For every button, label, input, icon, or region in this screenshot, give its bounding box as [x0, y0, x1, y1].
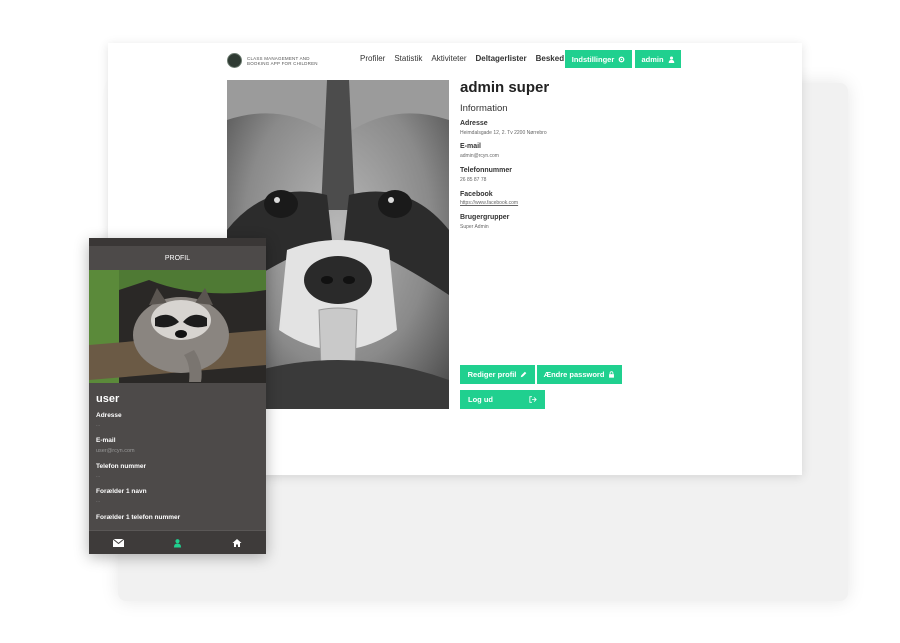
- mobile-phone-label: Telefon nummer: [96, 463, 147, 470]
- phone-label: Telefonnummer: [460, 167, 512, 174]
- sign-out-icon: [529, 396, 537, 403]
- email-label: E-mail: [460, 143, 482, 150]
- settings-label: Indstillinger: [571, 54, 615, 64]
- mobile-tab-bar: [89, 530, 266, 554]
- status-bar: [89, 238, 266, 246]
- mobile-profile-name: user: [96, 393, 120, 405]
- mobile-app-screen: PROFIL user Adresse ... E-mail user@rcyn…: [89, 238, 266, 554]
- logout-button[interactable]: Log ud: [460, 390, 545, 409]
- edit-profile-button[interactable]: Rediger profil: [460, 365, 535, 384]
- information-heading: Information: [460, 103, 508, 114]
- address-value: Heimdalsgade 12, 2. Tv 2200 Nørrebro: [460, 130, 547, 136]
- edit-profile-label: Rediger profil: [467, 370, 517, 379]
- email-value: admin@rcyn.com: [460, 153, 499, 159]
- mobile-email-value: user@rcyn.com: [96, 448, 135, 454]
- mobile-email-label: E-mail: [96, 437, 116, 444]
- profile-name: admin super: [460, 79, 550, 96]
- phone-value: 26 85 87 78: [460, 177, 487, 183]
- user-groups-label: Brugergrupper: [460, 214, 510, 221]
- gear-icon: [618, 56, 625, 62]
- change-password-label: Ændre password: [543, 370, 605, 379]
- nav-item-besked[interactable]: Besked: [536, 54, 564, 63]
- lock-icon: [609, 371, 615, 378]
- app-logo[interactable]: CLASS MANAGEMENT AND BOOKING APP FOR CHI…: [227, 53, 327, 68]
- address-label: Adresse: [460, 120, 488, 127]
- user-icon: [173, 538, 182, 547]
- mobile-parent-phone-label: Forælder 1 telefon nummer: [96, 514, 181, 521]
- pencil-icon: [521, 371, 527, 378]
- nav-item-statistik[interactable]: Statistik: [394, 54, 422, 63]
- home-icon: [232, 538, 241, 547]
- nav-item-aktiviteter[interactable]: Aktiviteter: [431, 54, 466, 63]
- main-nav: Profiler Statistik Aktiviteter Deltagerl…: [360, 54, 564, 63]
- logo-icon: [227, 53, 242, 68]
- mobile-parent-name-value: ...: [96, 498, 101, 504]
- tab-messages[interactable]: [89, 531, 148, 554]
- top-navigation-bar: CLASS MANAGEMENT AND BOOKING APP FOR CHI…: [108, 43, 802, 77]
- mobile-phone-value: ...: [96, 473, 101, 479]
- mobile-address-label: Adresse: [96, 412, 122, 419]
- facebook-link[interactable]: https://www.facebook.com: [460, 200, 518, 206]
- tab-profile[interactable]: [148, 531, 207, 554]
- tab-home[interactable]: [207, 531, 266, 554]
- mobile-profile-photo: [89, 270, 266, 383]
- change-password-button[interactable]: Ændre password: [537, 365, 622, 384]
- nav-item-deltagerlister[interactable]: Deltagerlister: [475, 54, 526, 63]
- mobile-header-title: PROFIL: [164, 254, 191, 262]
- nav-item-profiler[interactable]: Profiler: [360, 54, 385, 63]
- user-icon: [668, 56, 674, 63]
- logo-text: CLASS MANAGEMENT AND BOOKING APP FOR CHI…: [247, 55, 318, 66]
- user-menu-button[interactable]: admin: [635, 50, 681, 68]
- user-menu-label: admin: [641, 54, 664, 64]
- mobile-parent-name-label: Forælder 1 navn: [96, 488, 147, 495]
- logout-label: Log ud: [468, 395, 493, 404]
- user-groups-value: Super Admin: [460, 224, 489, 230]
- facebook-label: Facebook: [460, 191, 493, 198]
- mobile-address-value: ...: [96, 422, 101, 428]
- mail-icon: [113, 538, 124, 547]
- settings-button[interactable]: Indstillinger: [565, 50, 632, 68]
